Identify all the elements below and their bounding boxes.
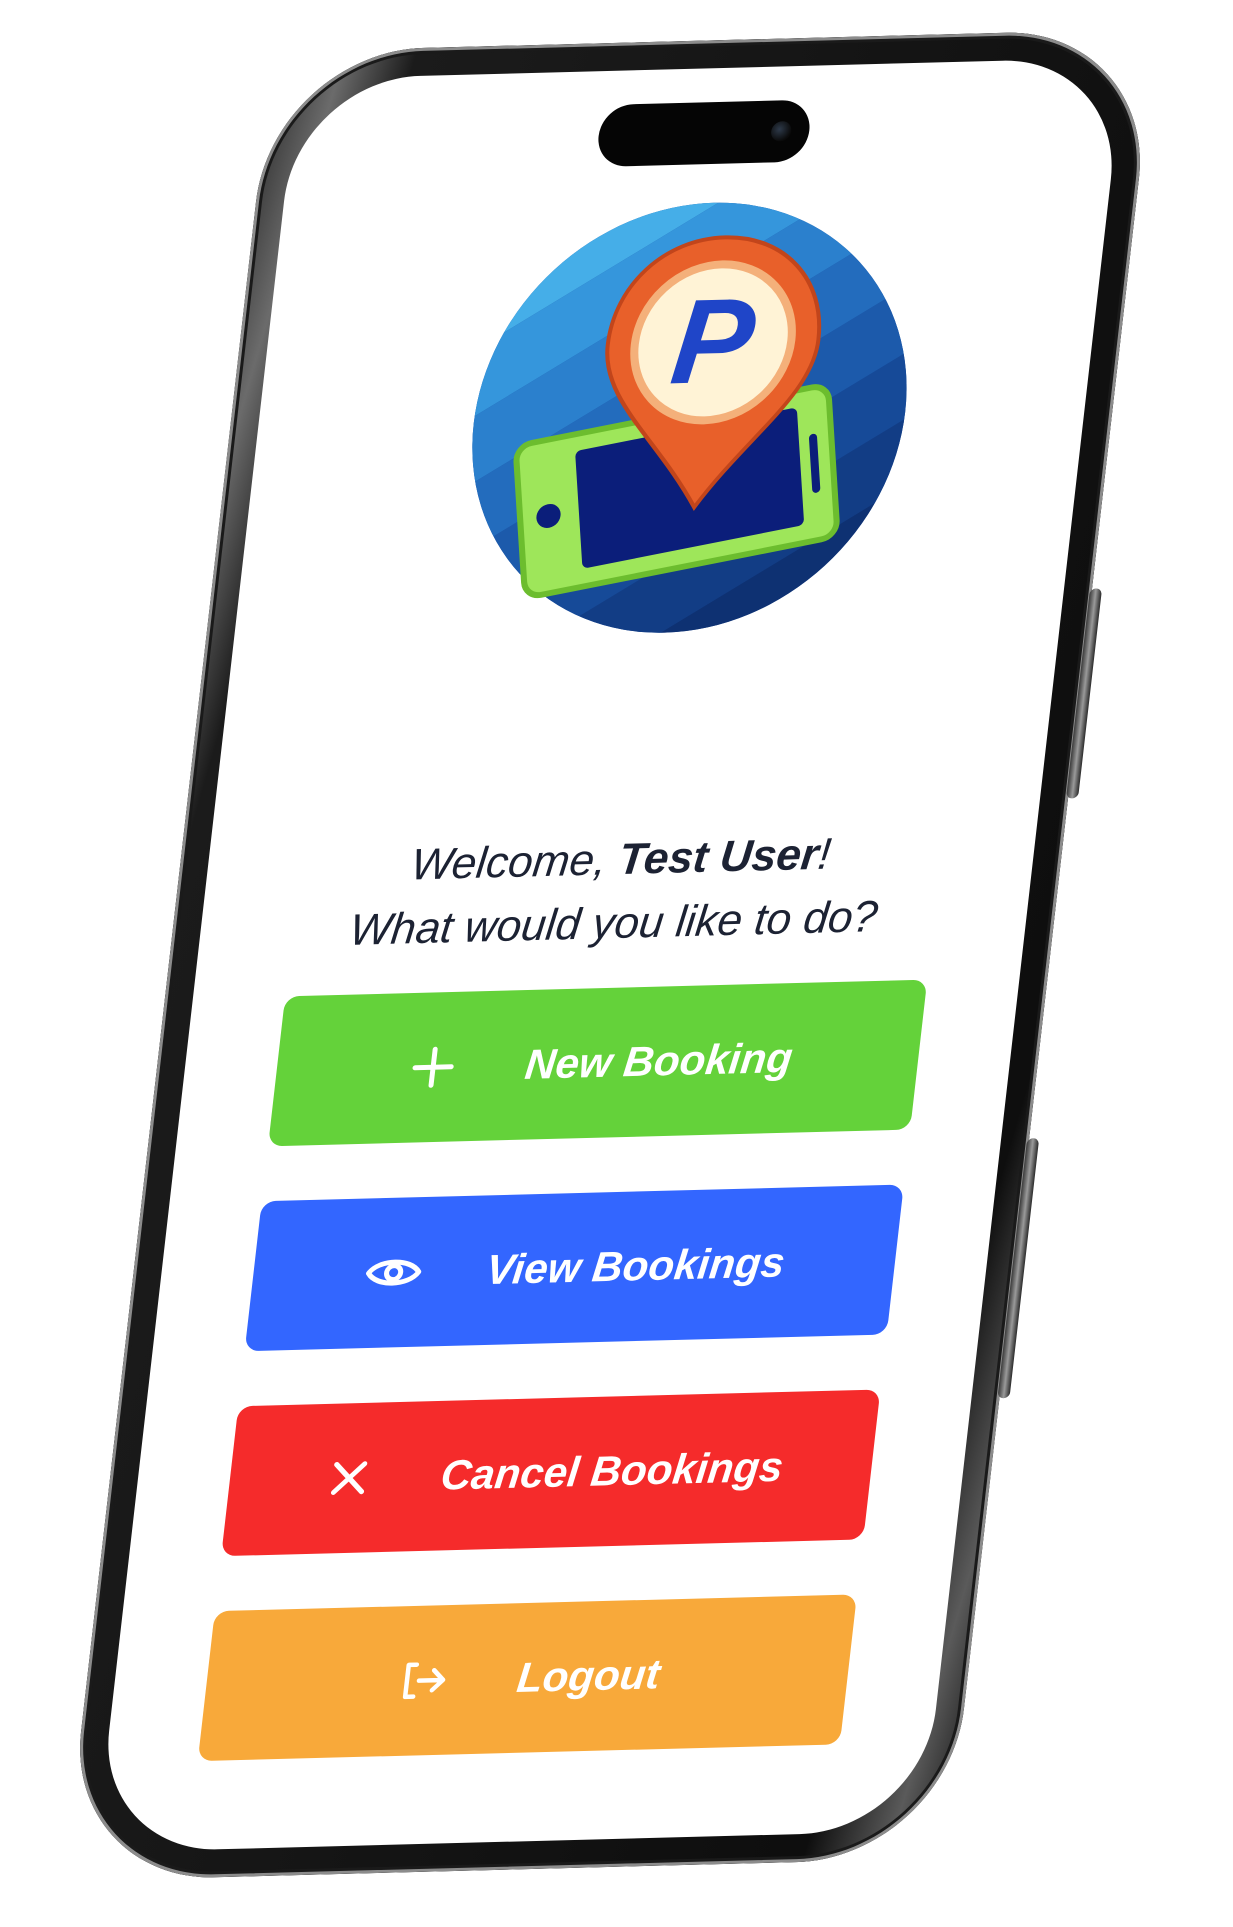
welcome-prefix: Welcome, [408, 835, 622, 890]
smartphone-device: P Welcome, Test User! What would you lik… [63, 28, 1157, 1882]
welcome-message: Welcome, Test User! What would you like … [197, 817, 1038, 967]
camera-lens-icon [770, 121, 793, 142]
new-booking-label: New Booking [522, 1033, 796, 1088]
app-logo: P [449, 197, 930, 639]
photo-stage: P Welcome, Test User! What would you lik… [0, 0, 1233, 1927]
logout-icon [391, 1650, 458, 1712]
dynamic-island [595, 99, 813, 168]
close-icon [315, 1447, 382, 1509]
cancel-bookings-label: Cancel Bookings [438, 1442, 786, 1499]
view-bookings-label: View Bookings [483, 1238, 788, 1294]
logout-label: Logout [514, 1650, 663, 1702]
plus-icon [400, 1036, 467, 1098]
logout-button[interactable]: Logout [197, 1594, 857, 1762]
logo-letter: P [665, 273, 761, 409]
view-bookings-button[interactable]: View Bookings [244, 1184, 904, 1352]
cancel-bookings-button[interactable]: Cancel Bookings [221, 1389, 881, 1557]
new-booking-button[interactable]: New Booking [268, 979, 928, 1147]
eye-icon [360, 1242, 427, 1304]
user-name: Test User [616, 829, 822, 885]
action-list: New Booking View Bookings Cancel Booking… [191, 979, 928, 1816]
